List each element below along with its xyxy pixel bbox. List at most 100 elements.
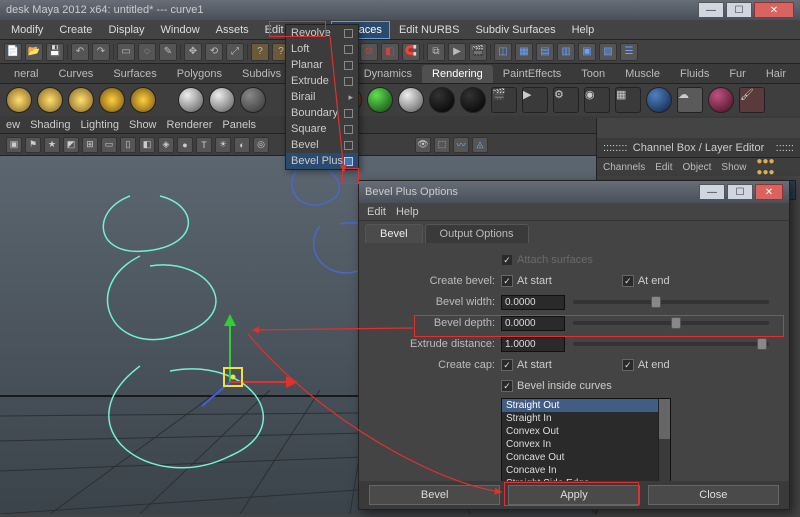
extrude-distance-slider[interactable] <box>573 342 769 346</box>
layout-icon[interactable]: ▣ <box>578 43 596 61</box>
menu-assets[interactable]: Assets <box>209 22 256 38</box>
wireframe-icon[interactable]: ◈ <box>158 137 174 153</box>
bookmark-icon[interactable]: ★ <box>44 137 60 153</box>
menu-subdiv-surfaces[interactable]: Subdiv Surfaces <box>468 22 562 38</box>
viewcube-icon[interactable]: ⬚ <box>434 137 450 153</box>
layout-icon[interactable]: ▤ <box>536 43 554 61</box>
outliner-icon[interactable]: ☰ <box>620 43 638 61</box>
save-icon[interactable]: 💾 <box>46 43 64 61</box>
surface-icon[interactable]: ◬ <box>472 137 488 153</box>
camera-select-icon[interactable]: ▣ <box>6 137 22 153</box>
menu-display[interactable]: Display <box>101 22 151 38</box>
layout-icon[interactable]: ▥ <box>557 43 575 61</box>
light-icon[interactable] <box>68 87 94 113</box>
menu-edit-nurbs[interactable]: Edit NURBS <box>392 22 467 38</box>
shelf-tab[interactable]: Fluids <box>670 65 719 83</box>
shader-ball-icon[interactable] <box>209 87 235 113</box>
shelf-tab[interactable]: Muscle <box>615 65 670 83</box>
bevel-depth-slider[interactable] <box>573 321 769 325</box>
grid-icon[interactable]: ●●● ●●● <box>756 156 794 178</box>
dialog-minimize-button[interactable]: — <box>699 184 725 200</box>
bevel-width-input[interactable]: 0.0000 <box>501 295 565 310</box>
apply-button[interactable]: Apply <box>508 485 639 505</box>
render-settings-icon[interactable]: ⚙ <box>553 87 579 113</box>
render-icon[interactable]: 🎬 <box>469 43 487 61</box>
minimize-button[interactable]: — <box>698 2 724 18</box>
snap-point-icon[interactable]: ⊙ <box>360 43 378 61</box>
shelf-tab[interactable]: PaintEffects <box>493 65 572 83</box>
list-item[interactable]: Convex Out <box>502 425 670 438</box>
layout-icon[interactable]: ▧ <box>599 43 617 61</box>
isolate-icon[interactable]: ◎ <box>253 137 269 153</box>
menu-bevel-plus[interactable]: Bevel Plus <box>286 153 358 169</box>
edit-menu[interactable]: Edit <box>655 162 672 173</box>
menu-modify[interactable]: Modify <box>4 22 50 38</box>
tab-output-options[interactable]: Output Options <box>425 224 529 243</box>
create-bevel-start-checkbox[interactable]: ✓ <box>501 275 513 287</box>
rotate-icon[interactable]: ⟲ <box>205 43 223 61</box>
bevel-button[interactable]: Bevel <box>369 485 500 505</box>
menu-help[interactable]: Help <box>565 22 602 38</box>
select-icon[interactable]: ▭ <box>117 43 135 61</box>
shelf-tab-rendering[interactable]: Rendering <box>422 65 493 83</box>
lights-icon[interactable]: ☀ <box>215 137 231 153</box>
dialog-help-menu[interactable]: Help <box>396 206 419 218</box>
grid-icon[interactable]: ⊞ <box>82 137 98 153</box>
fur-icon[interactable] <box>708 87 734 113</box>
panel-menu-shading[interactable]: Shading <box>30 119 70 131</box>
panel-menu-show[interactable]: Show <box>129 119 157 131</box>
maximize-button[interactable]: ☐ <box>726 2 752 18</box>
ipr-icon[interactable]: ▶ <box>522 87 548 113</box>
bevel-width-slider[interactable] <box>573 300 769 304</box>
menu-birail[interactable]: Birail▸ <box>286 89 358 105</box>
light-icon[interactable] <box>6 87 32 113</box>
create-cap-start-checkbox[interactable]: ✓ <box>501 359 513 371</box>
shelf-tab[interactable]: Subdivs <box>232 65 291 83</box>
list-item[interactable]: Concave In <box>502 464 670 477</box>
render-icon[interactable]: 🎬 <box>491 87 517 113</box>
menu-revolve[interactable]: Revolve <box>286 25 358 41</box>
panel-menu-lighting[interactable]: Lighting <box>80 119 119 131</box>
shader-ball-icon[interactable] <box>367 87 393 113</box>
film-gate-icon[interactable]: ▭ <box>101 137 117 153</box>
history-icon[interactable]: ⧉ <box>427 43 445 61</box>
open-icon[interactable]: 📂 <box>25 43 43 61</box>
menu-loft[interactable]: Loft <box>286 41 358 57</box>
paint-select-icon[interactable]: ✎ <box>159 43 177 61</box>
shelf-tab[interactable]: Polygons <box>167 65 232 83</box>
dialog-edit-menu[interactable]: Edit <box>367 206 386 218</box>
layout-icon[interactable]: ▦ <box>515 43 533 61</box>
tool-icon[interactable]: ? <box>251 43 269 61</box>
panel-menu-panels[interactable]: Panels <box>222 119 256 131</box>
show-menu[interactable]: Show <box>721 162 746 173</box>
layout-icon[interactable]: ◫ <box>494 43 512 61</box>
shader-ball-icon[interactable] <box>240 87 266 113</box>
menu-window[interactable]: Window <box>154 22 207 38</box>
shader-ball-icon[interactable] <box>178 87 204 113</box>
hypershade-icon[interactable]: ◉ <box>584 87 610 113</box>
shader-ball-icon[interactable] <box>398 87 424 113</box>
list-item[interactable]: Convex In <box>502 438 670 451</box>
undo-icon[interactable]: ↶ <box>71 43 89 61</box>
new-icon[interactable]: 📄 <box>4 43 22 61</box>
light-icon[interactable] <box>37 87 63 113</box>
menu-boundary[interactable]: Boundary <box>286 105 358 121</box>
object-menu[interactable]: Object <box>683 162 712 173</box>
close-button[interactable]: ✕ <box>754 2 794 18</box>
light-icon[interactable] <box>99 87 125 113</box>
move-icon[interactable]: ✥ <box>184 43 202 61</box>
mental-ray-icon[interactable] <box>646 87 672 113</box>
light-icon[interactable] <box>130 87 156 113</box>
shelf-tab[interactable]: Toon <box>571 65 615 83</box>
scale-icon[interactable]: ⤢ <box>226 43 244 61</box>
textured-icon[interactable]: T <box>196 137 212 153</box>
ipr-icon[interactable]: ▶ <box>448 43 466 61</box>
shelf-tab[interactable]: Curves <box>48 65 103 83</box>
list-item[interactable]: Concave Out <box>502 451 670 464</box>
dialog-close-button[interactable]: ✕ <box>755 184 783 200</box>
create-cap-end-checkbox[interactable]: ✓ <box>622 359 634 371</box>
lasso-icon[interactable]: ◌ <box>138 43 156 61</box>
gate-mask-icon[interactable]: ◧ <box>139 137 155 153</box>
redo-icon[interactable]: ↷ <box>92 43 110 61</box>
texture-icon[interactable]: ☁ <box>677 87 703 113</box>
